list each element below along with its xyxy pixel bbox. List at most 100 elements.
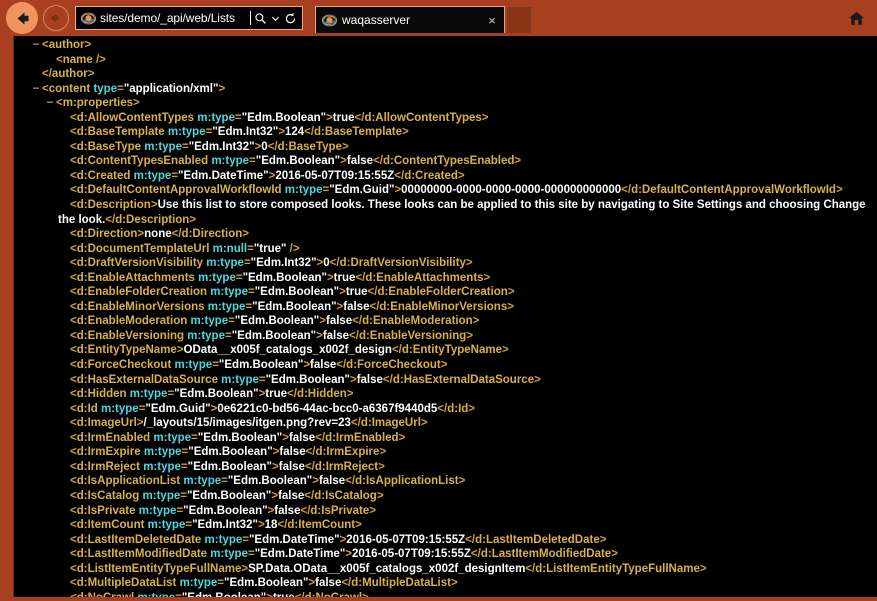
xml-tag-name: d:EnableModeration (76, 315, 188, 328)
xml-line-gutter (58, 489, 70, 504)
xml-line-content: <d:LastItemDeletedDate m:type="Edm.DateT… (70, 534, 606, 546)
xml-line-content: <d:EnableMinorVersions m:type="Edm.Boole… (70, 301, 514, 313)
xml-value-text: "Edm.Boolean" (241, 111, 327, 124)
xml-line: <d:ListItemEntityTypeFullName>SP.Data.OD… (14, 562, 877, 577)
xml-value-text: "Edm.Guid" (329, 184, 395, 197)
chevron-down-icon[interactable] (271, 14, 280, 23)
xml-punctuation: </ (525, 562, 536, 575)
xml-line-gutter (58, 576, 70, 591)
xml-attribute-name: m:type (201, 533, 243, 546)
xml-punctuation: < (70, 242, 77, 255)
xml-value-text: 2016-05-07T09:15:55Z (352, 548, 471, 561)
xml-line-content: <d:BaseType m:type="Edm.Int32">0</d:Base… (70, 141, 349, 153)
xml-line-content: <d:Hidden m:type="Edm.Boolean">true</d:H… (70, 388, 353, 400)
xml-line-content: <d:EnableVersioning m:type="Edm.Boolean"… (70, 330, 473, 342)
xml-punctuation: = (242, 533, 249, 546)
xml-punctuation: > (611, 548, 618, 561)
xml-attribute-name: m:type (135, 504, 177, 517)
xml-punctuation: = (247, 286, 255, 299)
xml-punctuation: = (180, 489, 187, 502)
browser-tab[interactable]: waqasserver × (315, 6, 505, 33)
xml-value-text: "Edm.Boolean" (187, 460, 273, 473)
xml-tag-name: d:ImageUrl (76, 417, 137, 430)
xml-punctuation: < (70, 533, 77, 546)
xml-line: <d:EnableModeration m:type="Edm.Boolean"… (14, 314, 877, 329)
xml-tag-name: d:LastItemDeletedDate (475, 533, 600, 546)
xml-line-gutter (58, 562, 70, 577)
xml-line-gutter (58, 518, 70, 533)
xml-tree-view: − <author> <name /> </author> − <content ty… (14, 36, 877, 601)
xml-value-text: 2016-05-07T09:15:55Z (346, 533, 466, 546)
xml-punctuation: < (70, 373, 77, 386)
xml-punctuation: < (70, 140, 77, 153)
new-tab-button[interactable] (506, 6, 532, 33)
close-icon[interactable]: × (484, 14, 500, 27)
xml-tag-name: d:BaseType (277, 140, 342, 153)
xml-punctuation: > (472, 315, 480, 328)
page-viewport[interactable]: − <author> <name /> </author> − <content ty… (14, 36, 877, 601)
xml-punctuation: < (42, 39, 49, 51)
xml-tag-name: d:BaseTemplate (76, 126, 165, 139)
xml-tag-name: d:ContentTypesEnabled (383, 155, 515, 168)
xml-tag-name: d:Description (115, 213, 190, 226)
xml-value-text: false (356, 373, 383, 386)
xml-punctuation: > (176, 344, 184, 357)
xml-tag-name: d:DraftVersionVisibility (76, 257, 204, 270)
xml-punctuation: < (70, 169, 77, 182)
home-button[interactable] (841, 3, 871, 33)
xml-punctuation: = (224, 329, 232, 342)
xml-line-gutter (44, 53, 56, 68)
xml-punctuation: > (402, 126, 409, 139)
xml-line-content: <d:Id m:type="Edm.Guid">0e6221c0-bd56-44… (70, 403, 475, 415)
xml-punctuation: </ (336, 359, 347, 372)
xml-punctuation: </ (42, 68, 52, 81)
address-bar-text[interactable]: sites/demo/_api/web/Lists (100, 11, 249, 25)
xml-line: <d:IrmEnabled m:type="Edm.Boolean">false… (14, 431, 877, 446)
forward-button[interactable] (43, 5, 69, 31)
xml-punctuation: > (481, 111, 489, 124)
search-icon[interactable] (254, 12, 267, 25)
xml-line-content: </author> (42, 68, 94, 80)
address-bar[interactable]: sites/demo/_api/web/Lists (75, 6, 303, 30)
xml-line: <d:IrmReject m:type="Edm.Boolean">false<… (14, 460, 877, 475)
collapse-toggle-icon[interactable]: − (30, 82, 42, 97)
xml-value-text: "application/xml" (123, 82, 219, 95)
xml-line-content: <d:IsApplicationList m:type="Edm.Boolean… (70, 475, 465, 487)
xml-value-text: false (279, 446, 306, 459)
xml-tag-name: d:Description (76, 199, 151, 212)
xml-attribute-name: m:type (176, 577, 218, 590)
xml-punctuation: < (70, 489, 77, 502)
xml-value-text: false (346, 155, 374, 168)
xml-punctuation: </ (621, 184, 632, 197)
xml-attribute-name: m:type (281, 184, 323, 197)
xml-value-text: "Edm.Boolean" (234, 315, 320, 328)
back-button[interactable] (6, 2, 38, 34)
xml-punctuation: > (84, 39, 92, 51)
xml-punctuation: > (835, 184, 843, 197)
xml-line: <d:IsCatalog m:type="Edm.Boolean">false<… (14, 489, 877, 504)
xml-value-text: true (345, 286, 368, 299)
xml-attribute-name: m:type (126, 388, 168, 401)
collapse-toggle-icon[interactable]: − (30, 38, 42, 53)
xml-line-content: <d:DocumentTemplateUrl m:null="true" /> (70, 243, 300, 255)
xml-tag-name: d:AllowContentTypes (364, 111, 482, 124)
xml-line-content: <d:DraftVersionVisibility m:type="Edm.In… (70, 257, 473, 269)
xml-line-content: <d:LastItemModifiedDate m:type="Edm.Date… (70, 548, 618, 560)
xml-tag-name: d:HasExternalDataSource (76, 373, 218, 386)
xml-tag-name: d:DocumentTemplateUrl (76, 242, 210, 255)
xml-punctuation: = (247, 548, 255, 561)
xml-value-text: 18 (264, 519, 278, 532)
xml-value-text: true (332, 111, 355, 124)
xml-line-gutter (58, 198, 70, 213)
xml-value-text: /_layouts/15/images/itgen.png?rev=23 (143, 417, 351, 430)
xml-attribute-name: m:type (140, 446, 182, 459)
xml-tag-name: d:EnableAttachments (76, 271, 195, 284)
refresh-icon[interactable] (284, 12, 297, 25)
xml-attribute-name: m:type (180, 475, 222, 488)
xml-punctuation: < (70, 577, 77, 590)
xml-punctuation: </ (287, 388, 297, 401)
xml-punctuation: < (70, 286, 77, 299)
collapse-toggle-icon[interactable]: − (44, 96, 56, 111)
xml-line-content: <d:ForceCheckout m:type="Edm.Boolean">fa… (70, 359, 447, 371)
xml-punctuation: > (312, 475, 319, 488)
